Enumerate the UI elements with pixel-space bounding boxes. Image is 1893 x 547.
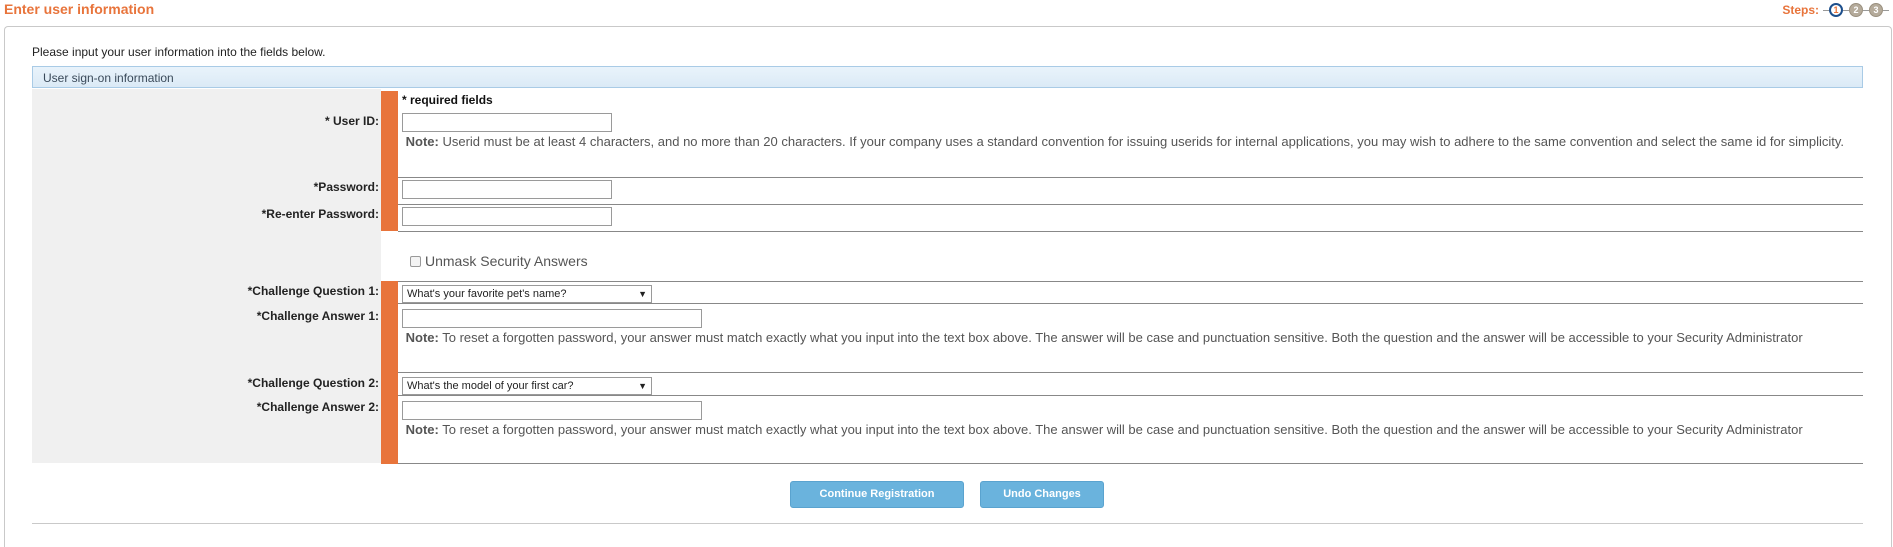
note-text: Userid must be at least 4 characters, an… [438,134,1845,149]
user-id-label: * User ID: [324,114,379,128]
bottom-divider [32,523,1863,524]
dropdown-arrow-icon: ▼ [638,289,647,299]
challenge-answer-1-label: *Challenge Answer 1: [256,309,379,323]
unmask-checkbox[interactable] [410,255,421,267]
challenge-question-2-value: What's the model of your first car? [407,380,574,392]
user-id-input[interactable] [402,113,612,132]
challenge-question-1-label: *Challenge Question 1: [247,284,379,298]
row-divider [398,231,1863,232]
password-input[interactable] [402,180,612,199]
challenge-answer-2-label: *Challenge Answer 2: [256,400,379,414]
step-3-indicator: 3 [1869,3,1883,17]
note-label: Note: [405,134,439,149]
challenge-question-1-select[interactable]: What's your favorite pet's name? ▼ [402,285,652,303]
challenge-question-2-label: *Challenge Question 2: [247,376,379,390]
page-title: Enter user information [4,1,155,17]
step-indicator: Steps: 1 2 3 [1782,1,1889,19]
step-2-indicator: 2 [1849,3,1863,17]
unmask-label: Unmask Security Answers [425,253,588,269]
challenge-answer-2-input[interactable] [402,401,702,420]
challenge-answer-1-input[interactable] [402,309,702,328]
continue-registration-button[interactable]: Continue Registration [790,481,964,508]
undo-changes-button[interactable]: Undo Changes [980,481,1104,508]
note-label: Note: [405,330,439,345]
challenge-answer-2-note: Note: To reset a forgotten password, you… [402,422,1862,438]
row-divider [398,303,1863,304]
unmask-security-answers[interactable]: Unmask Security Answers [410,253,588,269]
required-fields-note: * required fields [402,93,493,107]
step-connector [1883,9,1889,11]
label-column [32,231,381,281]
row-divider [398,463,1863,464]
password-label: *Password: [313,180,379,194]
note-text: To reset a forgotten password, your answ… [438,422,1803,437]
challenge-answer-1-note: Note: To reset a forgotten password, you… [402,330,1862,346]
row-divider [398,281,1863,282]
challenge-question-1-value: What's your favorite pet's name? [407,288,567,300]
userid-note: Note: Userid must be at least 4 characte… [402,134,1862,150]
reenter-password-input[interactable] [402,207,612,226]
note-text: To reset a forgotten password, your answ… [438,330,1803,345]
row-divider [398,395,1863,396]
step-1-indicator: 1 [1829,3,1843,17]
row-divider [398,177,1863,178]
challenge-question-2-select[interactable]: What's the model of your first car? ▼ [402,377,652,395]
required-indicator-bar [381,281,398,464]
section-header: User sign-on information [32,66,1863,88]
steps-label: Steps: [1782,3,1819,17]
intro-text: Please input your user information into … [32,45,326,59]
dropdown-arrow-icon: ▼ [638,381,647,391]
note-label: Note: [405,422,439,437]
row-divider [398,204,1863,205]
required-indicator-bar [381,91,398,231]
reenter-password-label: *Re-enter Password: [261,207,379,221]
row-divider [398,372,1863,373]
